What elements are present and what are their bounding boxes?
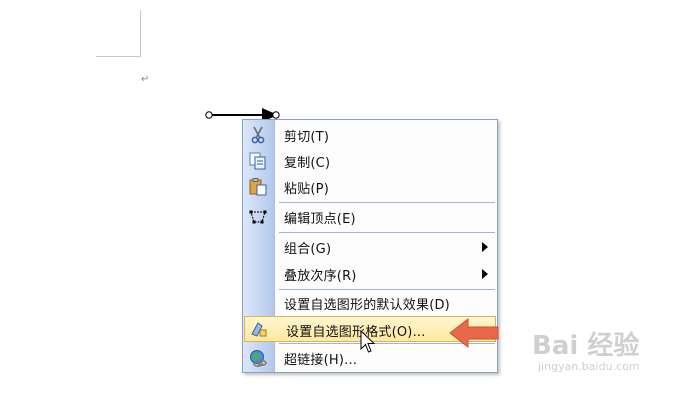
menu-item-label: 设置自选图形的默认效果(D) <box>284 298 450 313</box>
menu-separator <box>279 202 495 203</box>
menu-item-label: 设置自选图形格式(O)... <box>286 325 426 340</box>
scissors-icon <box>251 126 265 144</box>
paragraph-mark: ↵ <box>141 74 150 85</box>
menu-item-label: 粘贴(P) <box>284 182 329 197</box>
page-corner-marker <box>96 10 141 57</box>
submenu-arrow-icon <box>482 269 488 279</box>
menu-item-paste[interactable]: 粘贴(P) <box>243 174 497 200</box>
menu-item-group[interactable]: 组合(G) <box>243 234 497 260</box>
watermark-logo: Bai 经验 <box>532 331 640 361</box>
submenu-arrow-icon <box>482 242 488 252</box>
menu-item-label: 剪切(T) <box>284 130 330 145</box>
menu-item-copy[interactable]: 复制(C) <box>243 148 497 174</box>
menu-item-cut[interactable]: 剪切(T) <box>243 122 497 148</box>
menu-separator <box>279 232 495 233</box>
format-shape-icon <box>251 322 267 337</box>
menu-item-label: 组合(G) <box>284 242 332 257</box>
mouse-pointer-icon <box>360 330 376 353</box>
menu-item-edit-points[interactable]: 编辑顶点(E) <box>243 204 497 230</box>
annotation-arrow-icon <box>449 317 499 349</box>
paste-icon <box>249 178 267 196</box>
edit-points-icon <box>249 210 267 224</box>
menu-item-label: 叠放次序(R) <box>284 269 357 284</box>
watermark-url: jingyan.baidu.com <box>538 360 640 373</box>
hyperlink-icon <box>250 350 267 367</box>
menu-item-label: 超链接(H)... <box>284 353 358 368</box>
baidu-jingyan-watermark: Bai 经验 jingyan.baidu.com <box>532 325 640 373</box>
menu-item-label: 复制(C) <box>284 156 331 171</box>
menu-item-set-default-effect[interactable]: 设置自选图形的默认效果(D) <box>243 290 497 316</box>
menu-item-label: 编辑顶点(E) <box>284 212 356 227</box>
menu-item-order[interactable]: 叠放次序(R) <box>243 261 497 287</box>
copy-icon <box>249 152 266 170</box>
